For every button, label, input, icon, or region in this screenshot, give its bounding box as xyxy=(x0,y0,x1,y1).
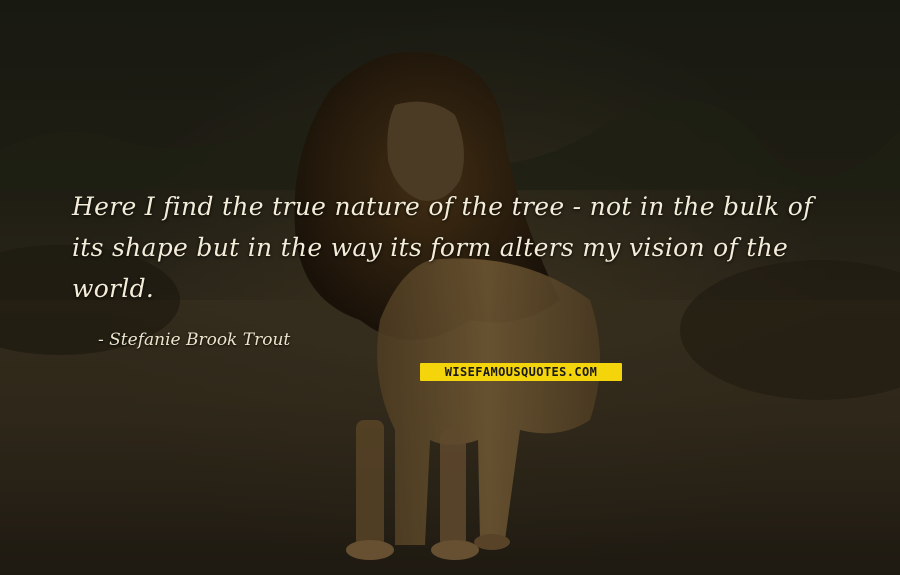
author-dash: - xyxy=(98,330,110,350)
author-name: Stefanie Brook Trout xyxy=(109,330,291,350)
quote-card: Here I find the true nature of the tree … xyxy=(0,0,900,575)
quote-text: Here I find the true nature of the tree … xyxy=(72,192,813,303)
quote-author: - Stefanie Brook Trout xyxy=(98,330,290,350)
watermark-logo: WISEFAMOUSQUOTES.COM xyxy=(420,363,622,381)
